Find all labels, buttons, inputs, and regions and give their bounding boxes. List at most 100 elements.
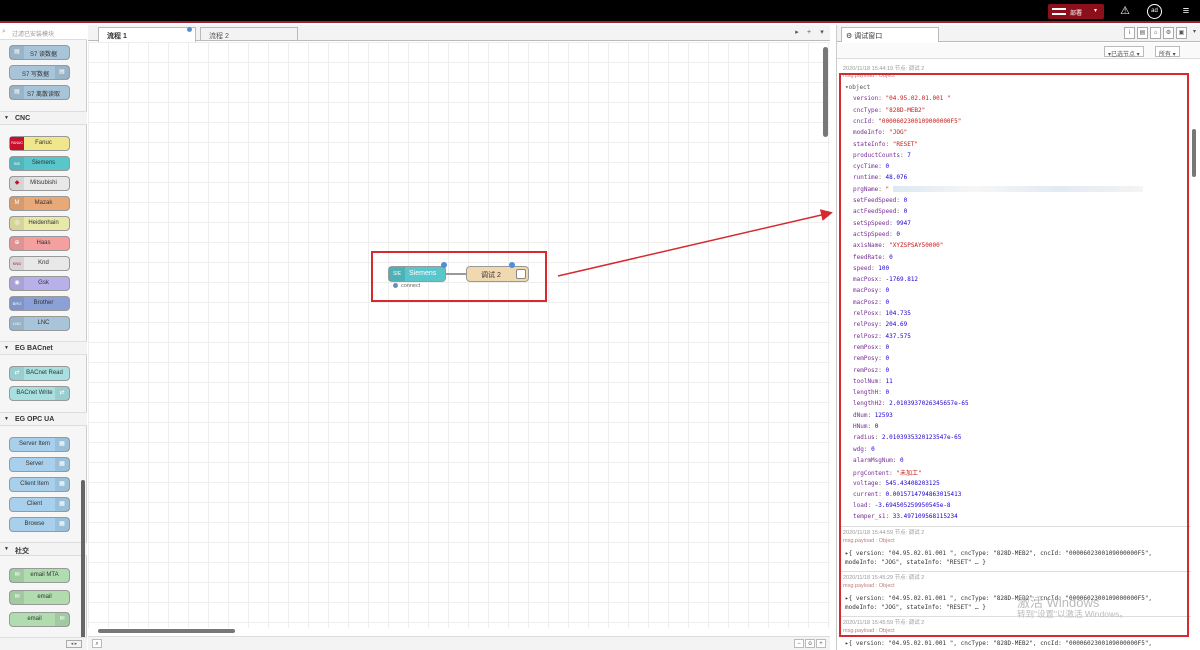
palette-node[interactable]: M Mazak [9, 196, 70, 211]
palette-footer: ◂ ▸ [0, 637, 87, 650]
scroll-tabs-icon[interactable]: ▸ [792, 28, 802, 38]
sidebar-tab-bar: ⚙ 调试窗口 i ▤ ⌂ ⚙ ▣ ▾ [837, 25, 1200, 42]
node-label: Mitsubishi [30, 180, 57, 186]
changed-dot [509, 262, 515, 268]
palette-node[interactable]: LNC LNC [9, 316, 70, 331]
workspace-footer: ⌕ − o + [88, 636, 830, 650]
filter-level-select[interactable]: 所有 ▾ [1155, 46, 1180, 58]
siemens-icon: SIE [389, 267, 405, 281]
collapsed-payload[interactable]: ▸{ version: "04.95.02.01.001 ", cncType:… [845, 640, 1152, 647]
palette-node[interactable]: ▦ Client Item [9, 477, 70, 492]
palette-sidebar: ⌕ 过滤已安装模块 ▤ S7 读数据 ▤ S7 写数据 ▤ S7 离散读取 ▼ CNC … [0, 25, 87, 650]
palette-node[interactable]: ✉ email [9, 612, 70, 627]
debug-toggle-button[interactable] [516, 269, 526, 279]
node-label: Haas [36, 240, 51, 246]
category-label: EG BACnet [15, 345, 53, 352]
tab-label: 调试窗口 [854, 33, 883, 40]
category-bacnet[interactable]: ▼ EG BACnet [0, 341, 87, 355]
palette-node[interactable]: KND Knd [9, 256, 70, 271]
debug-icon[interactable]: ⌂ [1150, 27, 1161, 39]
node-label: Heidenhain [28, 220, 59, 226]
chevron-down-icon[interactable]: ▾ [1189, 27, 1200, 39]
tab-debug[interactable]: ⚙ 调试窗口 [841, 27, 939, 42]
help-icon[interactable]: ▤ [1137, 27, 1148, 39]
node-label: Mazak [34, 200, 53, 206]
palette-node[interactable]: ⊕ Haas [9, 236, 70, 251]
node-status-text: connect [401, 283, 421, 289]
node-label: Siemens [31, 160, 56, 166]
category-label: CNC [15, 115, 31, 122]
deploy-label: 部署 [1070, 11, 1083, 17]
node-label: BACnet Write [16, 390, 53, 396]
node-label: Server [25, 461, 44, 467]
node-label: S7 读数据 [29, 52, 57, 58]
palette-node[interactable]: SIE Siemens [9, 156, 70, 171]
gear-icon[interactable]: ⚙ [1163, 27, 1174, 39]
chevron-down-icon: ▼ [4, 546, 9, 552]
highlight-box-debug [839, 73, 1189, 637]
user-avatar[interactable]: ad [1147, 4, 1162, 19]
siemens-node[interactable]: SIE Siemens [388, 266, 446, 282]
chevron-down-icon[interactable]: ▾ [1094, 7, 1097, 14]
deploy-button[interactable]: 部署 ▾ [1048, 4, 1104, 19]
search-icon[interactable]: ⌕ [92, 639, 102, 648]
node-label: BACnet Read [26, 370, 63, 376]
palette-node[interactable]: ▦ Server Item [9, 437, 70, 452]
canvas-vertical-scrollbar[interactable] [823, 47, 828, 137]
node-label: 调试 2 [481, 272, 501, 279]
context-icon[interactable]: ▣ [1176, 27, 1187, 39]
category-opcua[interactable]: ▼ EG OPC UA [0, 412, 87, 426]
zoom-out-button[interactable]: − [794, 639, 804, 648]
palette-node[interactable]: BRO Brother [9, 296, 70, 311]
palette-node[interactable]: ▦ Client [9, 497, 70, 512]
category-label: 社交 [15, 548, 29, 555]
node-label: LNC [37, 320, 50, 326]
palette-node[interactable]: ✉ email MTA [9, 568, 70, 583]
palette-node[interactable]: ▤ S7 写数据 [9, 65, 70, 80]
debug-scrollbar[interactable] [1192, 129, 1196, 177]
node-label: email MTA [30, 572, 59, 578]
flow-canvas[interactable] [88, 42, 830, 628]
changed-dot [187, 27, 192, 32]
debug-node[interactable]: 调试 2 [466, 266, 529, 282]
palette-node[interactable]: ◎ Heidenhain [9, 216, 70, 231]
bug-icon: ⚙ [846, 33, 855, 40]
tab-label: 流程 1 [107, 33, 127, 40]
palette-node[interactable]: ▦ Server [9, 457, 70, 472]
palette-node[interactable]: ▤ S7 离散读取 [9, 85, 70, 100]
tab-flow-1[interactable]: 流程 1 [98, 27, 196, 42]
add-tab-icon[interactable]: + [804, 28, 814, 38]
palette-node[interactable]: ⇄ BACnet Read [9, 366, 70, 381]
palette-search-input[interactable]: ⌕ 过滤已安装模块 [0, 25, 87, 40]
node-label: Browse [24, 521, 45, 527]
header-bar: 部署 ▾ ⚠ ad ≡ [0, 0, 1200, 23]
palette-node[interactable]: ◉ Gsk [9, 276, 70, 291]
wire[interactable] [446, 273, 466, 275]
category-social[interactable]: ▼ 社交 [0, 542, 87, 556]
filter-nodes-select[interactable]: ▾已选节点 ▾ [1104, 46, 1144, 58]
info-icon[interactable]: i [1124, 27, 1135, 39]
node-label: Fanuc [35, 140, 52, 146]
canvas-horizontal-scrollbar[interactable] [98, 629, 235, 633]
palette-node[interactable]: ▦ Browse [9, 517, 70, 532]
zoom-in-button[interactable]: + [816, 639, 826, 648]
collapse-all-button[interactable]: ◂ ▸ [66, 640, 82, 648]
menu-icon[interactable]: ≡ [1178, 4, 1194, 18]
palette-node[interactable]: FANUC Fanuc [9, 136, 70, 151]
node-label: Brother [33, 300, 54, 306]
node-label: Gsk [38, 280, 49, 286]
palette-node[interactable]: ◆ Mitsubishi [9, 176, 70, 191]
node-label: S7 写数据 [21, 72, 49, 78]
windows-watermark-text: 转到"设置"以激活 Windows。 [1017, 609, 1128, 619]
zoom-reset-button[interactable]: o [805, 639, 815, 648]
tab-flow-2[interactable]: 流程 2 [200, 27, 298, 41]
palette-node[interactable]: ▤ S7 读数据 [9, 45, 70, 60]
chevron-down-icon: ▼ [4, 115, 9, 121]
tab-menu-icon[interactable]: ▾ [817, 28, 827, 38]
category-cnc[interactable]: ▼ CNC [0, 111, 87, 125]
warning-icon[interactable]: ⚠ [1117, 4, 1133, 18]
palette-scrollbar[interactable] [81, 480, 85, 650]
tab-label: 流程 2 [209, 33, 229, 40]
palette-node[interactable]: ✉ email [9, 590, 70, 605]
palette-node[interactable]: ⇄ BACnet Write [9, 386, 70, 401]
